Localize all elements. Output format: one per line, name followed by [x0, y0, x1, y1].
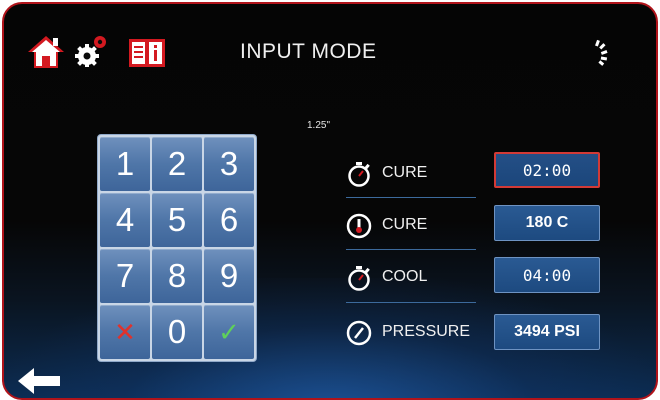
key-8[interactable]: 8: [152, 249, 202, 303]
stopwatch-icon: [346, 265, 372, 291]
checkmark-icon: ✓: [218, 316, 240, 347]
divider: [346, 249, 476, 250]
divider: [346, 197, 476, 198]
key-6[interactable]: 6: [204, 193, 254, 247]
scale-note: 1.25": [307, 120, 331, 131]
confirm-key[interactable]: ✓: [204, 305, 254, 359]
key-1[interactable]: 1: [100, 137, 150, 191]
param-label: COOL: [382, 268, 428, 285]
divider: [346, 302, 476, 303]
key-2[interactable]: 2: [152, 137, 202, 191]
back-arrow-icon[interactable]: [16, 366, 62, 396]
param-row-cure-time: CURE: [346, 154, 474, 194]
manual-icon[interactable]: [128, 38, 166, 68]
key-3[interactable]: 3: [204, 137, 254, 191]
key-4[interactable]: 4: [100, 193, 150, 247]
key-7[interactable]: 7: [100, 249, 150, 303]
page-title: INPUT MODE: [240, 40, 377, 63]
cure-time-field[interactable]: 02:00: [494, 152, 600, 188]
cancel-key[interactable]: ✕: [100, 305, 150, 359]
key-0[interactable]: 0: [152, 305, 202, 359]
param-row-cure-temp: CURE: [346, 206, 474, 246]
cancel-icon: ✕: [114, 316, 136, 347]
numeric-keypad: 1 2 3 4 5 6 7 8 9 ✕ 0 ✓: [97, 134, 257, 362]
pressure-field[interactable]: 3494 PSI: [494, 314, 600, 350]
param-row-pressure: PRESSURE: [346, 313, 474, 353]
home-icon[interactable]: [26, 34, 66, 70]
param-label: PRESSURE: [382, 323, 471, 340]
param-label: CURE: [382, 216, 428, 233]
cool-time-field[interactable]: 04:00: [494, 257, 600, 293]
device-screen: INPUT MODE 1.25" 1 2 3 4 5 6 7 8 9 ✕ 0 ✓…: [2, 2, 658, 400]
key-5[interactable]: 5: [152, 193, 202, 247]
param-row-cool-time: COOL: [346, 258, 474, 298]
brand-logo: [572, 34, 612, 74]
stopwatch-icon: [346, 161, 372, 187]
gauge-icon: [346, 320, 372, 346]
thermometer-icon: [346, 213, 372, 239]
param-label: CURE: [382, 164, 428, 181]
cure-temp-field[interactable]: 180 C: [494, 205, 600, 241]
top-bar: INPUT MODE: [4, 4, 656, 84]
key-9[interactable]: 9: [204, 249, 254, 303]
gear-icon[interactable]: [74, 34, 108, 68]
